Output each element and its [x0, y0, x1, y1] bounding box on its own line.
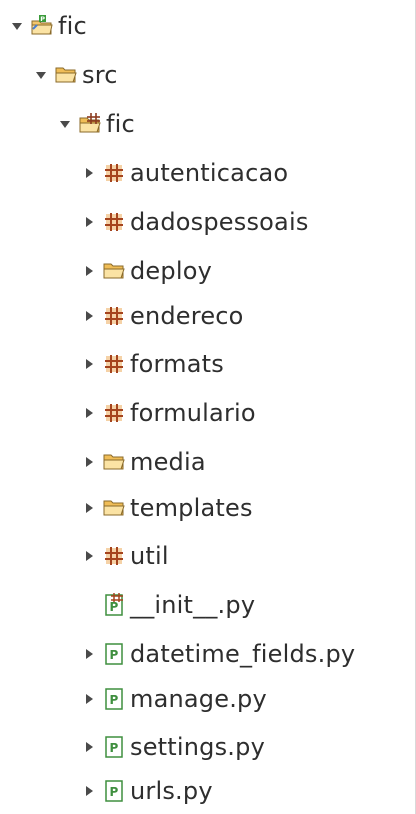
tree-item-label: formats [130, 350, 224, 378]
tree-item-deploy[interactable]: deploy [82, 251, 212, 291]
python-file-icon: P [102, 736, 126, 758]
tree-item-fic-package[interactable]: fic [58, 104, 135, 144]
svg-text:P: P [40, 15, 45, 23]
tree-item-label: deploy [130, 257, 212, 285]
folder-icon [102, 451, 126, 473]
tree-item-label: util [130, 542, 169, 570]
tree-item-dadospessoais[interactable]: dadospessoais [82, 202, 309, 242]
tree-item-label: endereco [130, 302, 244, 330]
tree-item-label: autenticacao [130, 159, 289, 187]
python-package-icon [102, 305, 126, 327]
collapsed-arrow-icon[interactable] [82, 549, 96, 563]
expanded-arrow-icon[interactable] [10, 19, 24, 33]
tree-item-label: settings.py [130, 733, 265, 761]
tree-item-label: fic [58, 12, 87, 40]
tree-item-autenticacao[interactable]: autenticacao [82, 153, 288, 193]
tree-item-settings-py[interactable]: P settings.py [82, 727, 265, 767]
svg-text:P: P [110, 785, 119, 799]
tree-item-formats[interactable]: formats [82, 344, 224, 384]
tree-item-label: dadospessoais [130, 208, 309, 236]
collapsed-arrow-icon[interactable] [82, 309, 96, 323]
python-project-icon: P [30, 15, 54, 37]
tree-item-urls-py[interactable]: P urls.py [82, 771, 213, 811]
python-package-icon [102, 353, 126, 375]
python-package-icon [102, 162, 126, 184]
tree-item-init-py[interactable]: P __init__.py [82, 585, 255, 625]
collapsed-arrow-icon[interactable] [82, 740, 96, 754]
tree-item-label: urls.py [130, 777, 213, 805]
tree-item-label: __init__.py [130, 591, 256, 619]
tree-item-label: media [130, 448, 206, 476]
tree-item-label: templates [130, 494, 253, 522]
python-init-file-icon: P [102, 593, 126, 616]
tree-item-media[interactable]: media [82, 442, 206, 482]
tree-item-label: src [82, 61, 118, 89]
python-package-icon [102, 402, 126, 424]
svg-text:P: P [110, 741, 119, 755]
tree-item-label: datetime_fields.py [130, 640, 356, 668]
collapsed-arrow-icon[interactable] [82, 215, 96, 229]
tree-item-src[interactable]: src [34, 55, 118, 95]
python-file-icon: P [102, 780, 126, 802]
tree-item-label: manage.py [130, 685, 267, 713]
collapsed-arrow-icon[interactable] [82, 784, 96, 798]
expanded-arrow-icon[interactable] [34, 68, 48, 82]
python-package-icon [102, 545, 126, 567]
collapsed-arrow-icon[interactable] [82, 455, 96, 469]
tree-item-util[interactable]: util [82, 536, 169, 576]
source-folder-icon [54, 64, 78, 86]
tree-item-fic-project[interactable]: P fic [10, 6, 87, 46]
tree-item-manage-py[interactable]: P manage.py [82, 679, 267, 719]
tree-item-templates[interactable]: templates [82, 488, 253, 528]
tree-item-formulario[interactable]: formulario [82, 393, 256, 433]
python-package-icon [102, 211, 126, 233]
project-explorer-tree: P fic src fic autenticacao dadospessoais… [0, 0, 416, 814]
folder-icon [102, 260, 126, 282]
collapsed-arrow-icon[interactable] [82, 501, 96, 515]
svg-text:P: P [110, 648, 119, 662]
python-package-icon [78, 113, 102, 135]
svg-text:P: P [110, 600, 119, 614]
collapsed-arrow-icon[interactable] [82, 406, 96, 420]
python-file-icon: P [102, 643, 126, 665]
folder-icon [102, 497, 126, 519]
tree-item-label: formulario [130, 399, 256, 427]
tree-item-endereco[interactable]: endereco [82, 296, 244, 336]
tree-item-label: fic [106, 110, 135, 138]
collapsed-arrow-icon[interactable] [82, 647, 96, 661]
python-file-icon: P [102, 688, 126, 710]
collapsed-arrow-icon[interactable] [82, 692, 96, 706]
svg-text:P: P [110, 693, 119, 707]
collapsed-arrow-icon[interactable] [82, 264, 96, 278]
tree-item-datetime-fields-py[interactable]: P datetime_fields.py [82, 634, 355, 674]
expanded-arrow-icon[interactable] [58, 117, 72, 131]
collapsed-arrow-icon[interactable] [82, 166, 96, 180]
collapsed-arrow-icon[interactable] [82, 357, 96, 371]
